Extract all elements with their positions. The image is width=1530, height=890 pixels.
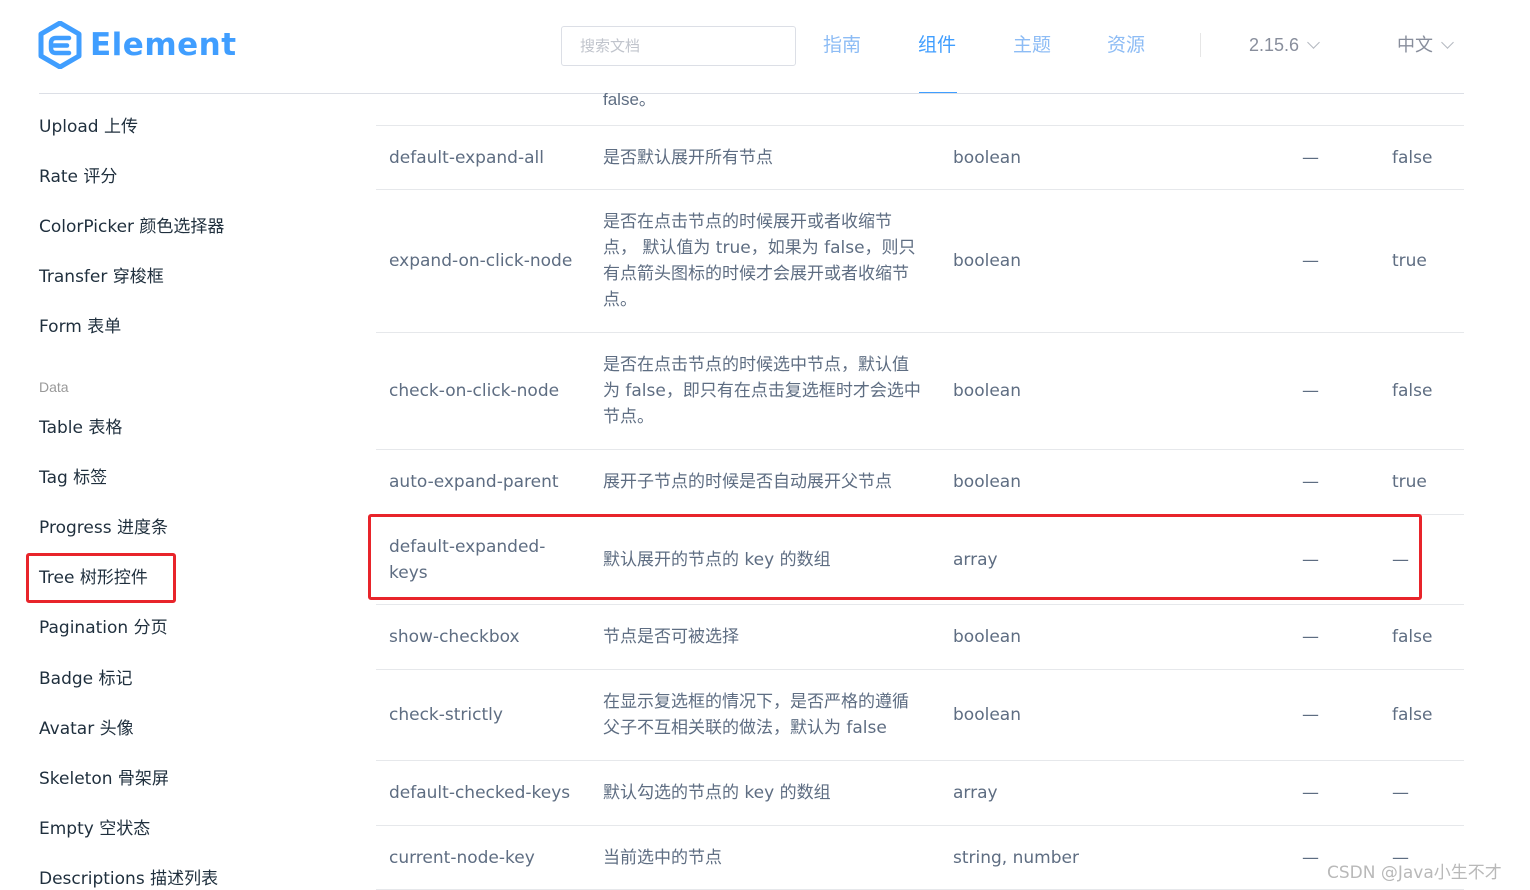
table-cell-type: boolean <box>953 627 1021 647</box>
sidebar-item-empty[interactable]: Empty 空状态 <box>39 816 150 842</box>
watermark: CSDN @Java小生不才 <box>1327 863 1502 883</box>
table-row: show-checkbox 节点是否可被选择 boolean — false <box>376 605 1464 670</box>
table-cell-type: boolean <box>953 251 1021 271</box>
table-cell-options: — <box>1302 381 1319 401</box>
sidebar-item-rate[interactable]: Rate 评分 <box>39 164 117 190</box>
element-logo-icon <box>38 21 82 69</box>
table-row-highlight-box <box>368 514 1422 600</box>
table-cell-default: — <box>1392 783 1409 803</box>
table-row: auto-expand-parent 展开子节点的时候是否自动展开父节点 boo… <box>376 450 1464 515</box>
table-cell-name: expand-on-click-node <box>389 251 573 271</box>
sidebar-item-upload[interactable]: Upload 上传 <box>39 114 138 140</box>
search-input[interactable] <box>561 26 796 66</box>
chevron-down-icon <box>1307 35 1320 49</box>
sidebar-group-data: Data <box>39 379 69 395</box>
table-cell-partial-text: false。 <box>603 90 656 109</box>
header-divider <box>39 93 1464 94</box>
sidebar-nav: Upload 上传 Rate 评分 ColorPicker 颜色选择器 Tran… <box>0 95 360 890</box>
table-row: current-node-key 当前选中的节点 string, number … <box>376 826 1464 890</box>
table-cell-default: false <box>1392 627 1433 647</box>
table-cell-desc: 当前选中的节点 <box>603 847 722 868</box>
element-logo[interactable]: Element <box>38 20 237 70</box>
table-row: check-strictly 在显示复选框的情况下，是否严格的遵循父子不互相关联… <box>376 670 1464 761</box>
logo-text: Element <box>90 27 237 63</box>
sidebar-item-descriptions[interactable]: Descriptions 描述列表 <box>39 866 218 890</box>
table-cell-options: — <box>1302 783 1319 803</box>
version-dropdown[interactable]: 2.15.6 <box>1249 30 1320 60</box>
language-label: 中文 <box>1397 35 1433 55</box>
table-cell-default: false <box>1392 147 1433 168</box>
table-cell-name: current-node-key <box>389 847 535 868</box>
table-cell-type: boolean <box>953 147 1021 168</box>
sidebar-item-colorpicker[interactable]: ColorPicker 颜色选择器 <box>39 214 224 240</box>
table-cell-desc: 是否在点击节点的时候展开或者收缩节点， 默认值为 true，如果为 false，… <box>603 212 916 310</box>
table-cell-options: — <box>1302 627 1319 647</box>
sidebar-item-transfer[interactable]: Transfer 穿梭框 <box>39 264 164 290</box>
nav-component[interactable]: 组件 <box>918 30 956 60</box>
sidebar-highlight-box <box>26 553 176 603</box>
table-row-partial: false。 <box>376 90 1464 126</box>
table-cell-options: — <box>1302 147 1319 168</box>
table-cell-options: — <box>1302 705 1319 725</box>
sidebar-item-progress[interactable]: Progress 进度条 <box>39 515 168 541</box>
table-cell-type: boolean <box>953 472 1021 492</box>
chevron-down-icon <box>1441 35 1454 49</box>
table-cell-name: show-checkbox <box>389 627 520 647</box>
table-cell-default: true <box>1392 472 1427 492</box>
nav-resource[interactable]: 资源 <box>1107 30 1145 60</box>
table-row: default-checked-keys 默认勾选的节点的 key 的数组 ar… <box>376 761 1464 826</box>
table-cell-desc: 展开子节点的时候是否自动展开父节点 <box>603 472 892 492</box>
table-cell-name: auto-expand-parent <box>389 472 559 492</box>
attributes-table: false。 default-expand-all 是否默认展开所有节点 boo… <box>376 90 1464 890</box>
table-cell-type: string, number <box>953 847 1079 868</box>
table-cell-name: check-on-click-node <box>389 381 560 401</box>
nav-guide[interactable]: 指南 <box>823 30 861 60</box>
sidebar-item-badge[interactable]: Badge 标记 <box>39 666 133 692</box>
table-cell-options: — <box>1302 472 1319 492</box>
sidebar-item-form[interactable]: Form 表单 <box>39 314 121 340</box>
table-row: default-expand-all 是否默认展开所有节点 boolean — … <box>376 126 1464 190</box>
table-cell-type: boolean <box>953 381 1021 401</box>
nav-separator <box>1200 33 1201 57</box>
table-cell-name: default-checked-keys <box>389 783 571 803</box>
table-cell-default: false <box>1392 705 1433 725</box>
table-cell-type: boolean <box>953 705 1021 725</box>
table-cell-default: false <box>1392 381 1433 401</box>
table-row: check-on-click-node 是否在点击节点的时候选中节点，默认值为 … <box>376 333 1464 450</box>
table-row: expand-on-click-node 是否在点击节点的时候展开或者收缩节点，… <box>376 190 1464 333</box>
sidebar-item-table[interactable]: Table 表格 <box>39 415 122 441</box>
table-cell-desc: 节点是否可被选择 <box>603 627 739 647</box>
top-header: Element 指南 组件 主题 资源 2.15.6 中文 <box>0 0 1530 95</box>
sidebar-item-pagination[interactable]: Pagination 分页 <box>39 615 168 641</box>
table-cell-default: true <box>1392 251 1427 271</box>
table-cell-options: — <box>1302 251 1319 271</box>
sidebar-item-skeleton[interactable]: Skeleton 骨架屏 <box>39 766 169 792</box>
language-dropdown[interactable]: 中文 <box>1397 30 1454 60</box>
table-cell-type: array <box>953 783 998 803</box>
version-label: 2.15.6 <box>1249 35 1300 55</box>
table-cell-desc: 在显示复选框的情况下，是否严格的遵循父子不互相关联的做法，默认为 false <box>603 692 909 738</box>
table-cell-desc: 是否默认展开所有节点 <box>603 147 773 168</box>
table-cell-name: check-strictly <box>389 705 503 725</box>
sidebar-item-avatar[interactable]: Avatar 头像 <box>39 716 134 742</box>
table-cell-desc: 是否在点击节点的时候选中节点，默认值为 false，即只有在点击复选框时才会选中… <box>603 355 921 427</box>
nav-theme[interactable]: 主题 <box>1013 30 1051 60</box>
table-cell-name: default-expand-all <box>389 147 544 168</box>
sidebar-item-tag[interactable]: Tag 标签 <box>39 465 107 491</box>
table-cell-desc: 默认勾选的节点的 key 的数组 <box>603 783 831 803</box>
